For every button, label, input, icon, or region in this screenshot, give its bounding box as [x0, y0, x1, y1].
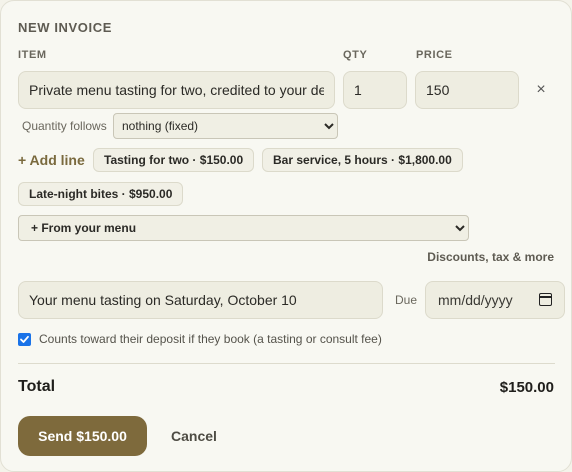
due-date-placeholder: mm/dd/yyyy — [438, 292, 513, 308]
from-menu-select[interactable]: + From your menu — [18, 215, 469, 241]
discounts-tax-link[interactable]: Discounts, tax & more — [427, 250, 554, 264]
due-label: Due — [395, 293, 418, 307]
calendar-icon[interactable] — [539, 293, 552, 306]
chip-bar-service[interactable]: Bar service, 5 hours · $1,800.00 — [262, 148, 463, 172]
close-icon[interactable]: × — [532, 81, 550, 99]
memo-input[interactable] — [18, 281, 383, 319]
chip-late-night-bites[interactable]: Late-night bites · $950.00 — [18, 182, 184, 206]
total-value: $150.00 — [499, 379, 554, 396]
price-input[interactable] — [415, 71, 519, 109]
quantity-follows-select[interactable]: nothing (fixed) — [113, 113, 338, 139]
chip-tasting-for-two[interactable]: Tasting for two · $150.00 — [93, 148, 255, 172]
item-column-label: ITEM — [18, 49, 47, 61]
deposit-checkbox-label: Counts toward their deposit if they book… — [39, 332, 382, 346]
total-label: Total — [18, 378, 56, 395]
cancel-button[interactable]: Cancel — [171, 428, 217, 444]
add-line-button[interactable]: + Add line — [18, 152, 85, 168]
qty-column-label: QTY — [343, 49, 368, 61]
due-date-input[interactable]: mm/dd/yyyy — [425, 281, 565, 319]
price-column-label: PRICE — [416, 49, 453, 61]
quantity-follows-label: Quantity follows — [22, 119, 107, 133]
check-icon — [20, 335, 29, 343]
divider — [18, 363, 555, 364]
invoice-card: NEW INVOICE ITEM QTY PRICE × Quantity fo… — [0, 0, 572, 472]
item-description-input[interactable] — [18, 71, 335, 109]
send-button[interactable]: Send $150.00 — [18, 416, 147, 456]
qty-input[interactable] — [343, 71, 407, 109]
deposit-checkbox[interactable] — [18, 333, 31, 346]
page-title: NEW INVOICE — [18, 20, 112, 35]
